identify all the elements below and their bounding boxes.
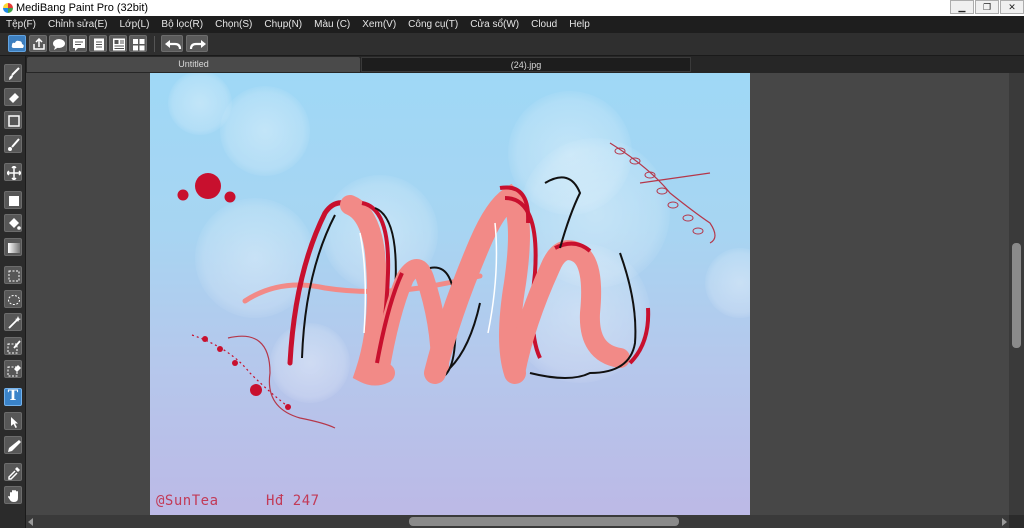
workspace[interactable]: @SunTea Hđ 247 bbox=[26, 73, 1009, 515]
close-button[interactable]: ✕ bbox=[1000, 0, 1024, 14]
tool-palette: T bbox=[0, 56, 26, 528]
menu-select[interactable]: Chọn(S) bbox=[209, 16, 258, 33]
layout-icon bbox=[113, 38, 125, 51]
drawing-canvas[interactable]: @SunTea Hđ 247 bbox=[150, 73, 750, 515]
menu-bar: Tệp(F) Chỉnh sửa(E) Lớp(L) Bộ lọc(R) Chọ… bbox=[0, 16, 1024, 33]
tab-untitled[interactable]: Untitled bbox=[27, 57, 360, 72]
horizontal-scrollbar[interactable] bbox=[26, 515, 1009, 528]
grid-button[interactable] bbox=[129, 35, 147, 52]
select-eraser-icon bbox=[7, 365, 21, 377]
grid-icon bbox=[133, 39, 145, 51]
eyedropper-icon bbox=[8, 467, 20, 480]
dot-brush-icon bbox=[8, 138, 20, 151]
menu-capture[interactable]: Chụp(N) bbox=[258, 16, 308, 33]
rectangle-tool[interactable] bbox=[4, 111, 22, 129]
title-bar: MediBang Paint Pro (32bit) ▁ ❐ ✕ bbox=[0, 0, 1024, 17]
scroll-left-icon[interactable] bbox=[28, 518, 33, 526]
gradient-icon bbox=[8, 243, 20, 253]
operation-icon bbox=[11, 417, 18, 428]
lasso-icon bbox=[8, 295, 20, 305]
pen-icon bbox=[8, 440, 21, 452]
bucket-tool[interactable] bbox=[4, 214, 22, 232]
app-icon bbox=[3, 3, 13, 13]
text-icon: T bbox=[7, 388, 19, 404]
eraser-tool[interactable] bbox=[4, 88, 22, 106]
menu-window[interactable]: Cửa sổ(W) bbox=[464, 16, 525, 33]
red-dot-large bbox=[195, 173, 221, 199]
eyedropper-tool[interactable] bbox=[4, 463, 22, 481]
comment-icon bbox=[73, 39, 85, 51]
watermark-code: Hđ 247 bbox=[266, 493, 320, 509]
toolbar-separator bbox=[154, 36, 155, 52]
tab-24-jpg[interactable]: (24).jpg bbox=[361, 57, 691, 72]
share-icon bbox=[33, 38, 45, 50]
brush-tool[interactable] bbox=[4, 64, 22, 82]
minimize-button[interactable]: ▁ bbox=[950, 0, 974, 14]
vertical-scroll-thumb[interactable] bbox=[1012, 243, 1021, 348]
redo-icon bbox=[189, 40, 206, 50]
lasso-tool[interactable] bbox=[4, 290, 22, 308]
window-title: MediBang Paint Pro (32bit) bbox=[16, 2, 149, 14]
share-button[interactable] bbox=[29, 35, 47, 52]
scroll-right-icon[interactable] bbox=[1002, 518, 1007, 526]
cloud-icon bbox=[11, 40, 24, 48]
select-eraser-tool[interactable] bbox=[4, 360, 22, 378]
hand-tool[interactable] bbox=[4, 486, 22, 504]
pen-tool[interactable] bbox=[4, 436, 22, 454]
text-tool[interactable]: T bbox=[4, 388, 22, 406]
magic-wand-tool[interactable] bbox=[4, 313, 22, 331]
menu-layer[interactable]: Lớp(L) bbox=[114, 16, 156, 33]
cloud-button[interactable] bbox=[8, 35, 26, 52]
menu-tools[interactable]: Công cụ(T) bbox=[402, 16, 464, 33]
fill-rect-tool[interactable] bbox=[4, 191, 22, 209]
comment-button[interactable] bbox=[69, 35, 87, 52]
bucket-icon bbox=[9, 218, 21, 230]
move-tool[interactable] bbox=[4, 163, 22, 181]
artwork bbox=[168, 73, 750, 429]
undo-icon bbox=[165, 40, 182, 50]
gradient-tool[interactable] bbox=[4, 238, 22, 256]
document-tabs: Untitled (24).jpg bbox=[26, 56, 1024, 73]
rectangle-icon bbox=[8, 115, 20, 127]
select-pen-icon bbox=[7, 340, 21, 354]
rect-select-tool[interactable] bbox=[4, 266, 22, 284]
menu-cloud[interactable]: Cloud bbox=[525, 16, 563, 33]
operation-tool[interactable] bbox=[4, 412, 22, 430]
menu-file[interactable]: Tệp(F) bbox=[0, 16, 42, 33]
rect-select-icon bbox=[8, 270, 20, 282]
menu-filter[interactable]: Bộ lọc(R) bbox=[155, 16, 209, 33]
brush-icon bbox=[9, 67, 20, 80]
menu-view[interactable]: Xem(V) bbox=[356, 16, 402, 33]
restore-button[interactable]: ❐ bbox=[975, 0, 999, 14]
layout-button[interactable] bbox=[109, 35, 127, 52]
menu-help[interactable]: Help bbox=[563, 16, 596, 33]
watermark-author: @SunTea bbox=[156, 493, 219, 509]
magic-wand-icon bbox=[8, 316, 21, 329]
move-icon bbox=[7, 166, 21, 180]
menu-edit[interactable]: Chỉnh sửa(E) bbox=[42, 16, 114, 33]
eraser-icon bbox=[9, 93, 19, 103]
toolbar bbox=[0, 33, 1024, 56]
horizontal-scroll-thumb[interactable] bbox=[409, 517, 679, 526]
page-button[interactable] bbox=[89, 35, 107, 52]
page-icon bbox=[94, 38, 104, 51]
dot-brush-tool[interactable] bbox=[4, 135, 22, 153]
redo-button[interactable] bbox=[186, 35, 208, 52]
fill-rect-icon bbox=[9, 196, 19, 206]
speech-bubble-button[interactable] bbox=[49, 35, 67, 52]
undo-button[interactable] bbox=[161, 35, 183, 52]
vertical-scrollbar[interactable] bbox=[1009, 73, 1024, 515]
menu-color[interactable]: Màu (C) bbox=[308, 16, 356, 33]
select-pen-tool[interactable] bbox=[4, 337, 22, 355]
window-controls: ▁ ❐ ✕ bbox=[950, 0, 1024, 14]
speech-bubble-icon bbox=[53, 39, 65, 50]
hand-icon bbox=[8, 490, 18, 502]
